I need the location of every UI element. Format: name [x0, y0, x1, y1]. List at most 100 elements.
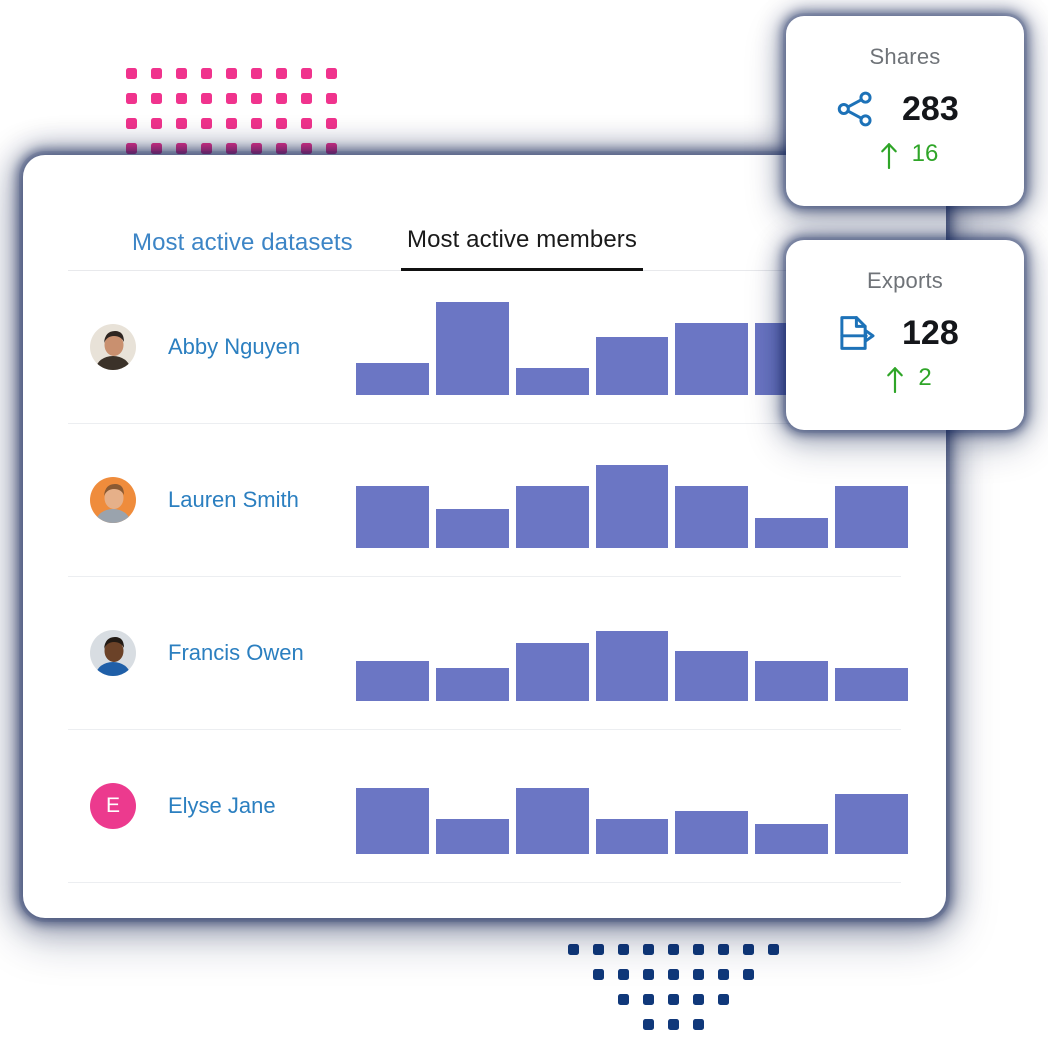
activity-bar: [675, 651, 749, 701]
pink-dot: [151, 118, 162, 129]
dot-spacer: [618, 1019, 629, 1030]
pink-dot: [126, 118, 137, 129]
activity-bar: [755, 661, 829, 701]
pink-dot: [251, 68, 262, 79]
activity-bar: [835, 794, 909, 854]
pink-dot: [201, 143, 212, 154]
pink-dot: [176, 93, 187, 104]
pink-dot: [126, 68, 137, 79]
activity-bar: [356, 486, 429, 548]
dot-spacer: [768, 994, 779, 1005]
dot-spacer: [768, 969, 779, 980]
member-row[interactable]: Francis Owen: [68, 577, 909, 730]
avatar-abby-nguyen[interactable]: [90, 324, 136, 370]
pink-dot: [251, 143, 262, 154]
exports-title: Exports: [867, 268, 943, 293]
pink-dot: [326, 93, 337, 104]
blue-dot-triangle: [568, 944, 793, 1044]
exports-delta-value: 2: [918, 364, 932, 391]
shares-title: Shares: [869, 44, 941, 69]
shares-value: 283: [902, 89, 959, 128]
tab-most-active-datasets[interactable]: Most active datasets: [126, 228, 359, 271]
pink-dot: [326, 143, 337, 154]
blue-dot: [668, 1019, 679, 1030]
activity-bar: [435, 302, 509, 395]
member-name[interactable]: Abby Nguyen: [168, 334, 300, 360]
pink-dot: [201, 68, 212, 79]
activity-bar: [435, 509, 509, 548]
activity-bar: [356, 363, 429, 395]
exports-delta: 2: [786, 364, 1024, 394]
activity-bar: [835, 668, 909, 701]
activity-bar: [595, 819, 669, 854]
pink-dot: [151, 143, 162, 154]
avatar-lauren-smith[interactable]: [90, 477, 136, 523]
pink-dot: [301, 143, 312, 154]
pink-dot: [301, 93, 312, 104]
activity-bar: [755, 518, 829, 548]
blue-dot: [718, 944, 729, 955]
activity-bar: [435, 668, 509, 701]
pink-dot: [226, 118, 237, 129]
tab-most-active-members[interactable]: Most active members: [401, 225, 643, 271]
blue-dot: [718, 994, 729, 1005]
pink-dot: [176, 68, 187, 79]
blue-dot: [643, 994, 654, 1005]
file-export-icon: [834, 312, 876, 354]
pink-dot: [226, 68, 237, 79]
dot-spacer: [568, 994, 579, 1005]
pink-dot: [326, 68, 337, 79]
blue-dot: [668, 969, 679, 980]
blue-dot: [718, 969, 729, 980]
activity-bar: [755, 824, 829, 854]
pink-dot: [151, 93, 162, 104]
blue-dot: [693, 1019, 704, 1030]
pink-dot: [301, 118, 312, 129]
member-row[interactable]: Abby Nguyen: [68, 271, 909, 424]
pink-dot: [126, 93, 137, 104]
shares-stat-card[interactable]: Shares 283 16: [786, 16, 1024, 206]
dot-spacer: [718, 1019, 729, 1030]
activity-bar: [356, 661, 429, 701]
activity-bar: [515, 368, 589, 395]
member-row[interactable]: Lauren Smith: [68, 424, 909, 577]
member-row[interactable]: E Elyse Jane: [68, 730, 909, 883]
activity-bar: [835, 486, 909, 548]
activity-bar: [435, 819, 509, 854]
avatar-francis-owen[interactable]: [90, 630, 136, 676]
pink-dot: [201, 93, 212, 104]
dot-spacer: [743, 994, 754, 1005]
activity-bar: [356, 788, 429, 854]
shares-delta-value: 16: [911, 140, 939, 167]
blue-dot: [743, 969, 754, 980]
dot-spacer: [568, 969, 579, 980]
member-name[interactable]: Francis Owen: [168, 640, 304, 666]
blue-dot: [618, 994, 629, 1005]
blue-dot: [568, 944, 579, 955]
blue-dot: [618, 969, 629, 980]
arrow-up-icon: [886, 365, 904, 394]
blue-dot: [668, 994, 679, 1005]
dot-spacer: [593, 1019, 604, 1030]
activity-sparkline: [356, 448, 909, 548]
activity-bar: [515, 486, 589, 548]
pink-dot: [276, 68, 287, 79]
dot-spacer: [593, 994, 604, 1005]
blue-dot: [643, 944, 654, 955]
shares-delta: 16: [786, 140, 1024, 170]
activity-bar: [675, 811, 749, 854]
blue-dot: [593, 969, 604, 980]
member-name[interactable]: Elyse Jane: [168, 793, 276, 819]
activity-bar: [675, 486, 749, 548]
activity-sparkline: [356, 601, 909, 701]
member-name[interactable]: Lauren Smith: [168, 487, 299, 513]
exports-stat-card[interactable]: Exports 128 2: [786, 240, 1024, 430]
pink-dot: [276, 118, 287, 129]
pink-dot: [226, 93, 237, 104]
exports-main: 128: [786, 312, 1024, 354]
pink-dot: [251, 118, 262, 129]
blue-dot: [618, 944, 629, 955]
avatar-elyse-jane[interactable]: E: [90, 783, 136, 829]
arrow-up-icon: [880, 141, 898, 170]
blue-dot: [593, 944, 604, 955]
